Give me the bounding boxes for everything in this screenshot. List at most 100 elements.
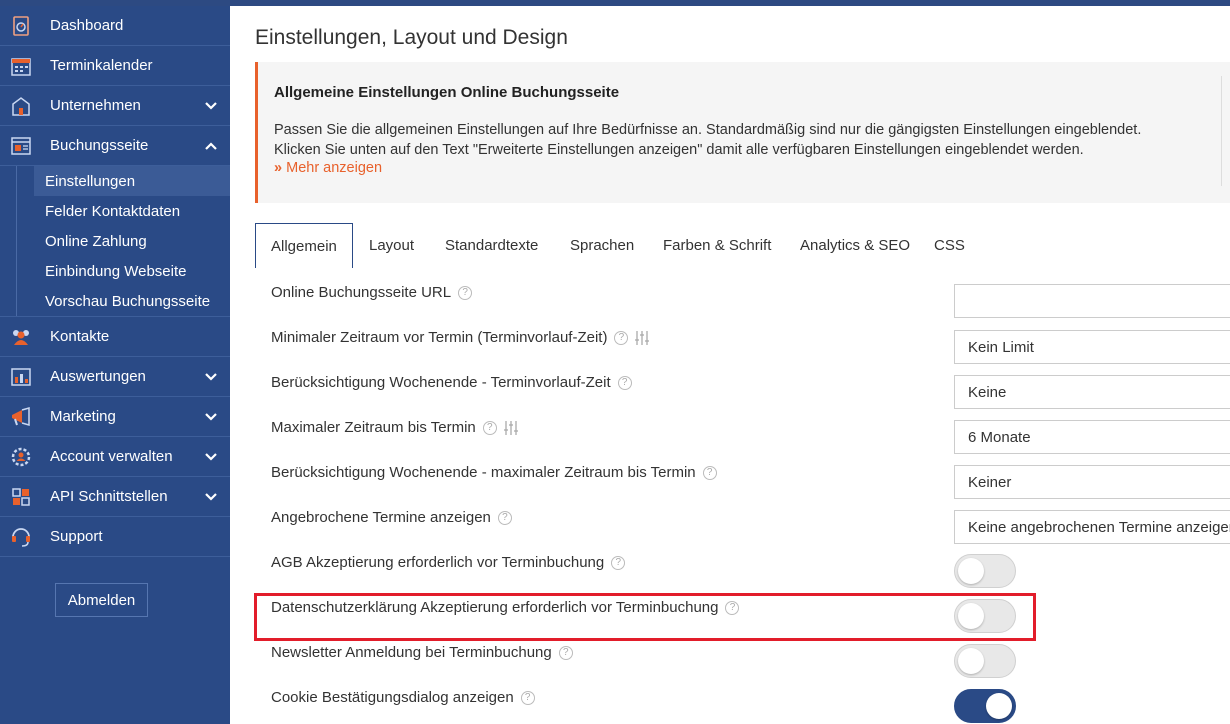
help-icon[interactable]: ? bbox=[558, 645, 573, 660]
chevron-down-icon[interactable] bbox=[204, 450, 218, 464]
sliders-icon[interactable] bbox=[503, 420, 519, 436]
tab-standardtexte[interactable]: Standardtexte bbox=[445, 223, 538, 268]
weekend-max-period-select[interactable]: Keiner bbox=[954, 465, 1230, 499]
chevron-down-icon[interactable] bbox=[204, 99, 218, 113]
highlight-box bbox=[254, 593, 1036, 641]
setting-row-newsletter: Newsletter Anmeldung bei Terminbuchung ? bbox=[271, 644, 573, 661]
setting-label: AGB Akzeptierung erforderlich vor Termin… bbox=[271, 554, 605, 571]
tab-sprachen[interactable]: Sprachen bbox=[570, 223, 634, 268]
toggle-knob bbox=[958, 558, 984, 584]
sidebar-item-kontakte[interactable]: Kontakte bbox=[0, 317, 230, 357]
setting-label: Online Buchungsseite URL bbox=[271, 284, 452, 301]
sidebar-subitem-felder-kontaktdaten[interactable]: Felder Kontaktdaten bbox=[0, 196, 230, 226]
sidebar-item-label: Dashboard bbox=[50, 17, 124, 34]
setting-row-agb: AGB Akzeptierung erforderlich vor Termin… bbox=[271, 554, 626, 571]
tab-analytics-seo[interactable]: Analytics & SEO bbox=[800, 223, 910, 268]
sidebar-submenu: Einstellungen Felder Kontaktdaten Online… bbox=[0, 166, 230, 317]
help-icon[interactable]: ? bbox=[497, 510, 512, 525]
sidebar-subitem-vorschau-buchungsseite[interactable]: Vorschau Buchungsseite bbox=[0, 286, 230, 316]
booking-url-input[interactable] bbox=[954, 284, 1230, 318]
help-icon[interactable]: ? bbox=[614, 330, 629, 345]
help-icon[interactable]: ? bbox=[611, 555, 626, 570]
info-text-line-2: Klicken Sie unten auf den Text "Erweiter… bbox=[274, 142, 1084, 158]
sidebar-item-marketing[interactable]: Marketing bbox=[0, 397, 230, 437]
double-chevron-down-icon: » bbox=[274, 160, 283, 176]
setting-row-cookie: Cookie Bestätigungsdialog anzeigen ? bbox=[271, 689, 535, 706]
newsletter-toggle[interactable] bbox=[954, 644, 1016, 678]
show-more-label: Mehr anzeigen bbox=[286, 160, 383, 176]
help-icon[interactable]: ? bbox=[458, 285, 473, 300]
sidebar-item-label: Marketing bbox=[50, 408, 116, 425]
chevron-down-icon[interactable] bbox=[204, 370, 218, 384]
sidebar-item-label: Buchungsseite bbox=[50, 137, 149, 154]
sidebar-item-label: Account verwalten bbox=[50, 448, 173, 465]
toggle-knob bbox=[958, 648, 984, 674]
tab-farben-schrift[interactable]: Farben & Schrift bbox=[663, 223, 771, 268]
chevron-down-icon[interactable] bbox=[204, 410, 218, 424]
marketing-icon bbox=[10, 406, 32, 428]
weekend-lead-time-select[interactable]: Keine bbox=[954, 375, 1230, 409]
logout-button[interactable]: Abmelden bbox=[55, 583, 148, 617]
toggle-knob bbox=[986, 693, 1012, 719]
setting-label: Berücksichtigung Wochenende - Terminvorl… bbox=[271, 374, 611, 391]
help-icon[interactable]: ? bbox=[702, 465, 717, 480]
info-heading: Allgemeine Einstellungen Online Buchungs… bbox=[274, 84, 620, 101]
sidebar-item-buchungsseite[interactable]: Buchungsseite bbox=[0, 126, 230, 166]
sidebar-item-label: Kontakte bbox=[50, 328, 110, 345]
page-title: Einstellungen, Layout und Design bbox=[255, 26, 568, 49]
help-icon[interactable]: ? bbox=[482, 420, 497, 435]
support-icon bbox=[10, 526, 32, 548]
setting-row-weekend-max-period: Berücksichtigung Wochenende - maximaler … bbox=[271, 464, 717, 481]
sidebar-item-terminkalender[interactable]: Terminkalender bbox=[0, 46, 230, 86]
sidebar-item-label: Terminkalender bbox=[50, 57, 153, 74]
info-box: Allgemeine Einstellungen Online Buchungs… bbox=[255, 62, 1230, 203]
setting-row-partial-appointments: Angebrochene Termine anzeigen ? bbox=[271, 509, 512, 526]
setting-row-max-period: Maximaler Zeitraum bis Termin ? bbox=[271, 419, 519, 436]
sidebar-item-support[interactable]: Support bbox=[0, 517, 230, 557]
setting-label: Minimaler Zeitraum vor Termin (Terminvor… bbox=[271, 329, 608, 346]
chevron-down-icon[interactable] bbox=[204, 490, 218, 504]
tab-css[interactable]: CSS bbox=[934, 223, 965, 268]
reports-icon bbox=[10, 366, 32, 388]
api-icon bbox=[10, 486, 32, 508]
sidebar-subitem-online-zahlung[interactable]: Online Zahlung bbox=[0, 226, 230, 256]
tab-layout[interactable]: Layout bbox=[369, 223, 414, 268]
setting-label: Cookie Bestätigungsdialog anzeigen bbox=[271, 689, 514, 706]
sidebar-subitem-einbindung-webseite[interactable]: Einbindung Webseite bbox=[0, 256, 230, 286]
sidebar-item-auswertungen[interactable]: Auswertungen bbox=[0, 357, 230, 397]
sidebar-item-account-verwalten[interactable]: Account verwalten bbox=[0, 437, 230, 477]
sidebar-item-label: Auswertungen bbox=[50, 368, 146, 385]
tab-allgemein[interactable]: Allgemein bbox=[255, 223, 353, 268]
setting-row-min-lead-time: Minimaler Zeitraum vor Termin (Terminvor… bbox=[271, 329, 650, 346]
agb-toggle[interactable] bbox=[954, 554, 1016, 588]
sidebar-item-api-schnittstellen[interactable]: API Schnittstellen bbox=[0, 477, 230, 517]
info-divider bbox=[1221, 76, 1222, 186]
setting-label: Berücksichtigung Wochenende - maximaler … bbox=[271, 464, 696, 481]
sliders-icon[interactable] bbox=[634, 330, 650, 346]
show-more-link[interactable]: » Mehr anzeigen bbox=[274, 160, 382, 176]
sidebar-item-label: Support bbox=[50, 528, 103, 545]
sidebar-subitem-einstellungen[interactable]: Einstellungen bbox=[34, 166, 230, 196]
setting-row-weekend-lead-time: Berücksichtigung Wochenende - Terminvorl… bbox=[271, 374, 632, 391]
min-lead-time-select[interactable]: Kein Limit bbox=[954, 330, 1230, 364]
setting-label: Angebrochene Termine anzeigen bbox=[271, 509, 491, 526]
sidebar-item-label: API Schnittstellen bbox=[50, 488, 168, 505]
setting-row-url: Online Buchungsseite URL ? bbox=[271, 284, 473, 301]
account-settings-icon bbox=[10, 446, 32, 468]
contacts-icon bbox=[10, 326, 32, 348]
dashboard-icon bbox=[10, 15, 32, 37]
booking-page-icon bbox=[10, 135, 32, 157]
sidebar-item-label: Unternehmen bbox=[50, 97, 141, 114]
settings-tabs: Allgemein Layout Standardtexte Sprachen … bbox=[255, 223, 1230, 268]
help-icon[interactable]: ? bbox=[520, 690, 535, 705]
help-icon[interactable]: ? bbox=[617, 375, 632, 390]
building-icon bbox=[10, 95, 32, 117]
sidebar-item-dashboard[interactable]: Dashboard bbox=[0, 6, 230, 46]
sidebar-item-unternehmen[interactable]: Unternehmen bbox=[0, 86, 230, 126]
partial-appointments-select[interactable]: Keine angebrochenen Termine anzeigen bbox=[954, 510, 1230, 544]
setting-label: Maximaler Zeitraum bis Termin bbox=[271, 419, 476, 436]
chevron-up-icon[interactable] bbox=[204, 139, 218, 153]
main-content: Einstellungen, Layout und Design Allgeme… bbox=[230, 6, 1230, 724]
cookie-toggle[interactable] bbox=[954, 689, 1016, 723]
max-period-select[interactable]: 6 Monate bbox=[954, 420, 1230, 454]
